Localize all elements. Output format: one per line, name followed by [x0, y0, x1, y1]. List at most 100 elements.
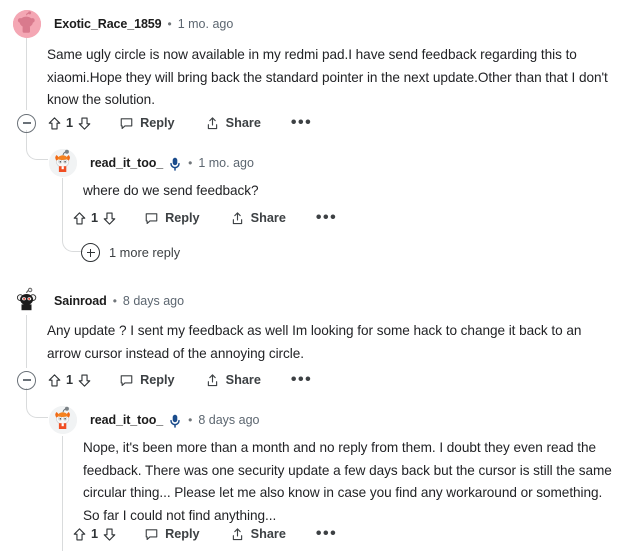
- meta-separator: •: [188, 156, 193, 170]
- upvote-button[interactable]: [47, 373, 62, 388]
- comment-bubble-icon: [120, 117, 133, 129]
- upvote-arrow-icon: [73, 211, 86, 224]
- comment-header: Sainroad • 8 days ago: [13, 285, 184, 317]
- vote-group: 1: [47, 373, 92, 388]
- reply-label: Reply: [165, 211, 200, 225]
- vote-count: 1: [91, 527, 99, 541]
- comment-bubble-icon: [120, 374, 133, 386]
- snoo-pink-avatar-icon: [13, 10, 41, 38]
- upvote-button[interactable]: [72, 527, 87, 542]
- share-button[interactable]: Share: [205, 373, 261, 388]
- downvote-arrow-icon: [78, 374, 91, 387]
- comment-body: where do we send feedback?: [83, 183, 259, 198]
- avatar[interactable]: [49, 149, 77, 177]
- comment-author[interactable]: read_it_too_: [90, 156, 163, 170]
- avatar[interactable]: [13, 287, 41, 315]
- reply-label: Reply: [165, 527, 200, 541]
- share-icon: [207, 116, 217, 129]
- vote-group: 1: [72, 211, 117, 226]
- comment-timestamp[interactable]: 8 days ago: [123, 294, 184, 308]
- share-label: Share: [250, 211, 286, 225]
- collapse-thread-button[interactable]: [17, 113, 36, 133]
- microphone-icon: [169, 414, 181, 428]
- comment-author[interactable]: read_it_too_: [90, 413, 163, 427]
- comment-bubble-icon: [145, 212, 158, 224]
- thread-line-vertical: [26, 38, 28, 110]
- comment-header: Exotic_Race_1859 • 1 mo. ago: [13, 8, 233, 40]
- share-label: Share: [250, 527, 286, 541]
- downvote-button[interactable]: [77, 116, 92, 131]
- share-button[interactable]: Share: [205, 116, 261, 131]
- avatar[interactable]: [13, 10, 41, 38]
- upvote-arrow-icon: [73, 527, 86, 540]
- overflow-menu-button[interactable]: •••: [316, 210, 337, 226]
- avatar[interactable]: [49, 406, 77, 434]
- vote-count: 1: [66, 373, 74, 387]
- share-button[interactable]: Share: [230, 527, 286, 542]
- upvote-arrow-icon: [48, 116, 61, 129]
- downvote-button[interactable]: [77, 373, 92, 388]
- comment-action-bar: 1 Reply Share •••: [17, 110, 312, 136]
- reply-button[interactable]: Reply: [119, 373, 175, 388]
- op-microphone-icon: [170, 414, 180, 428]
- share-button[interactable]: Share: [230, 211, 286, 226]
- share-icon: [232, 211, 242, 224]
- share-label: Share: [225, 373, 261, 387]
- downvote-arrow-icon: [103, 212, 116, 225]
- downvote-button[interactable]: [102, 527, 117, 542]
- vote-group: 1: [72, 527, 117, 542]
- upvote-button[interactable]: [47, 116, 62, 131]
- comment-timestamp[interactable]: 1 mo. ago: [198, 156, 254, 170]
- vote-group: 1: [47, 116, 92, 131]
- snoo-orange-avatar-icon: [49, 406, 77, 434]
- snoo-orange-avatar-icon: [49, 149, 77, 177]
- downvote-button[interactable]: [102, 211, 117, 226]
- downvote-arrow-icon: [103, 528, 116, 541]
- comment-header: read_it_too_ • 1 mo. ago: [49, 147, 254, 179]
- reply-label: Reply: [140, 116, 175, 130]
- share-icon: [207, 373, 217, 386]
- expand-replies-button[interactable]: [81, 243, 100, 262]
- comment-timestamp[interactable]: 1 mo. ago: [178, 17, 234, 31]
- meta-separator: •: [112, 294, 117, 308]
- microphone-icon: [169, 157, 181, 171]
- minus-icon: [22, 122, 31, 124]
- meta-separator: •: [167, 17, 172, 31]
- minus-icon: [22, 379, 31, 381]
- plus-icon-vertical: [89, 248, 92, 257]
- reply-button[interactable]: Reply: [144, 527, 200, 542]
- overflow-menu-button[interactable]: •••: [316, 526, 337, 542]
- vote-count: 1: [91, 211, 99, 225]
- overflow-menu-button[interactable]: •••: [291, 372, 312, 388]
- comment-action-bar: 1 Reply Share •••: [72, 521, 337, 547]
- reply-label: Reply: [140, 373, 175, 387]
- more-replies-label[interactable]: 1 more reply: [109, 245, 180, 260]
- reply-button[interactable]: Reply: [144, 211, 200, 226]
- comment-author[interactable]: Sainroad: [54, 294, 107, 308]
- comment-body: Nope, it's been more than a month and no…: [83, 440, 612, 523]
- comment-body: Same ugly circle is now available in my …: [47, 47, 608, 107]
- downvote-arrow-icon: [78, 117, 91, 130]
- comment-action-bar: 1 Reply Share •••: [72, 205, 337, 231]
- comment-bubble-icon: [145, 528, 158, 540]
- op-microphone-icon: [170, 157, 180, 171]
- reply-button[interactable]: Reply: [119, 116, 175, 131]
- comment-author[interactable]: Exotic_Race_1859: [54, 17, 162, 31]
- share-label: Share: [225, 116, 261, 130]
- upvote-arrow-icon: [48, 373, 61, 386]
- meta-separator: •: [188, 413, 193, 427]
- overflow-menu-button[interactable]: •••: [291, 115, 312, 131]
- comment-header: read_it_too_ • 8 days ago: [49, 404, 260, 436]
- snoo-black-avatar-icon: [13, 287, 41, 315]
- collapse-thread-button[interactable]: [17, 370, 36, 390]
- comment-action-bar: 1 Reply Share •••: [17, 367, 312, 393]
- comment-thread-page: Exotic_Race_1859 • 1 mo. ago Same ugly c…: [0, 0, 635, 551]
- upvote-button[interactable]: [72, 211, 87, 226]
- comment-timestamp[interactable]: 8 days ago: [198, 413, 259, 427]
- share-icon: [232, 527, 242, 540]
- thread-line-vertical: [62, 436, 64, 551]
- more-replies-row[interactable]: 1 more reply: [81, 243, 180, 262]
- thread-line-vertical: [26, 315, 28, 368]
- comment-body: Any update ? I sent my feedback as well …: [47, 323, 582, 361]
- thread-line-vertical: [62, 178, 64, 232]
